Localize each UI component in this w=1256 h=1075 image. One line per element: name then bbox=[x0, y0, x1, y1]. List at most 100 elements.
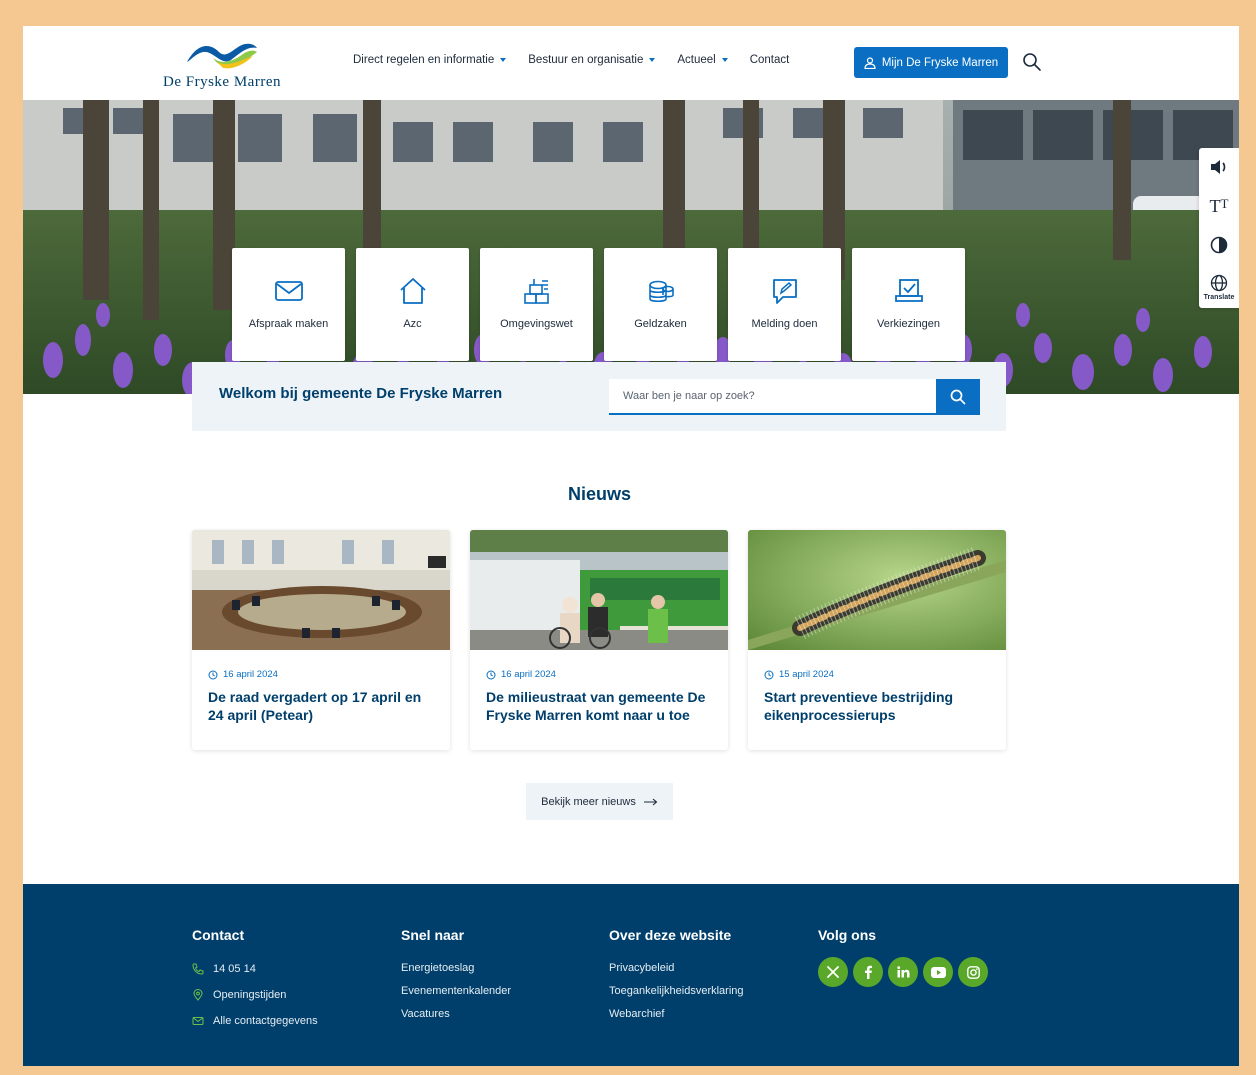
news-heading: Nieuws bbox=[567, 484, 632, 504]
footer-link-label: Openingstijden bbox=[213, 989, 287, 1001]
footer-link-evenementenkalender[interactable]: Evenementenkalender bbox=[401, 979, 511, 1002]
linkedin-icon[interactable] bbox=[888, 957, 918, 987]
news-date-text: 16 april 2024 bbox=[501, 669, 556, 680]
facebook-icon[interactable] bbox=[853, 957, 883, 987]
translate-button[interactable] bbox=[1199, 274, 1239, 292]
search-icon bbox=[950, 389, 966, 405]
tile-azc[interactable]: Azc bbox=[356, 248, 469, 361]
tile-label: Omgevingswet bbox=[500, 318, 573, 330]
contrast-icon bbox=[1210, 236, 1228, 254]
tile-label: Azc bbox=[403, 318, 422, 330]
user-icon bbox=[864, 56, 876, 69]
footer-link-webarchief[interactable]: Webarchief bbox=[609, 1002, 744, 1025]
youtube-icon[interactable] bbox=[923, 957, 953, 987]
social-links bbox=[818, 957, 988, 987]
news-card[interactable]: 16 april 2024 De milieustraat van gemeen… bbox=[470, 530, 728, 750]
hero-banner: Afspraak maken Azc Omgevingswet Geldzake… bbox=[23, 100, 1239, 394]
footer-link-privacybeleid[interactable]: Privacybeleid bbox=[609, 956, 744, 979]
quick-tiles: Afspraak maken Azc Omgevingswet Geldzake… bbox=[232, 248, 965, 361]
ballot-laptop-icon bbox=[894, 279, 923, 302]
more-news-label: Bekijk meer nieuws bbox=[541, 795, 636, 808]
news-date: 16 april 2024 bbox=[486, 669, 556, 680]
footer-volg-ons: Volg ons bbox=[818, 927, 988, 987]
translate-label: Translate bbox=[1203, 294, 1235, 301]
news-image-milieustraat bbox=[470, 530, 728, 650]
more-news-button[interactable]: Bekijk meer nieuws bbox=[526, 783, 673, 820]
footer-openingstijden-link[interactable]: Openingstijden bbox=[192, 982, 318, 1008]
tile-melding-doen[interactable]: Melding doen bbox=[728, 248, 841, 361]
tile-geldzaken[interactable]: Geldzaken bbox=[604, 248, 717, 361]
tile-label: Verkiezingen bbox=[877, 318, 940, 330]
footer-link-vacatures[interactable]: Vacatures bbox=[401, 1002, 511, 1025]
phone-icon bbox=[192, 963, 204, 975]
arrow-right-icon bbox=[643, 798, 658, 805]
x-icon[interactable] bbox=[818, 957, 848, 987]
footer-link-label: Alle contactgegevens bbox=[213, 1015, 318, 1027]
news-image-council-chamber bbox=[192, 530, 450, 650]
site-search-field[interactable] bbox=[609, 379, 937, 415]
site-header: De Fryske Marren Direct regelen en infor… bbox=[23, 26, 1239, 100]
house-icon bbox=[399, 278, 426, 304]
logo-text: De Fryske Marren bbox=[163, 74, 281, 90]
footer-link-energietoeslag[interactable]: Energietoeslag bbox=[401, 956, 511, 979]
contrast-button[interactable] bbox=[1199, 236, 1239, 254]
chat-pencil-icon bbox=[772, 279, 797, 304]
nav-direct-regelen[interactable]: Direct regelen en informatie bbox=[353, 54, 507, 66]
welcome-search-panel: Welkom bij gemeente De Fryske Marren bbox=[192, 362, 1006, 431]
nav-actueel[interactable]: Actueel bbox=[677, 54, 728, 66]
nav-bestuur[interactable]: Bestuur en organisatie bbox=[528, 54, 656, 66]
footer-snel-naar: Snel naar Energietoeslag Evenementenkale… bbox=[401, 927, 511, 1025]
speaker-icon bbox=[1211, 160, 1226, 174]
news-card[interactable]: 15 april 2024 Start preventieve bestrijd… bbox=[748, 530, 1006, 750]
chevron-down-icon bbox=[721, 58, 728, 62]
instagram-icon[interactable] bbox=[958, 957, 988, 987]
footer-heading: Over deze website bbox=[609, 927, 732, 943]
main-nav: Direct regelen en informatie Bestuur en … bbox=[353, 54, 811, 66]
clock-icon bbox=[486, 670, 496, 679]
nav-label: Contact bbox=[749, 54, 790, 66]
footer-phone-link[interactable]: 14 05 14 bbox=[192, 956, 318, 982]
tile-label: Geldzaken bbox=[634, 318, 687, 330]
coins-icon bbox=[648, 280, 674, 303]
envelope-icon bbox=[274, 281, 303, 301]
location-pin-icon bbox=[193, 989, 203, 1001]
logo-waves-icon bbox=[187, 43, 257, 69]
news-title: De raad vergadert op 17 april en 24 apri… bbox=[208, 689, 422, 723]
nav-label: Actueel bbox=[677, 54, 716, 66]
accessibility-bar: TT Translate bbox=[1199, 148, 1239, 308]
footer-contact: Contact 14 05 14 Openingstijden Alle con… bbox=[192, 927, 318, 1034]
site-logo[interactable]: De Fryske Marren bbox=[147, 36, 297, 92]
footer-heading: Snel naar bbox=[401, 927, 465, 943]
tile-label: Afspraak maken bbox=[248, 318, 329, 330]
search-icon[interactable] bbox=[1022, 52, 1042, 72]
text-size-icon[interactable]: TT bbox=[1199, 196, 1239, 217]
nav-contact[interactable]: Contact bbox=[750, 54, 790, 66]
search-submit-button[interactable] bbox=[936, 379, 980, 415]
globe-icon bbox=[1210, 274, 1228, 292]
mijn-account-label: Mijn De Fryske Marren bbox=[881, 56, 999, 69]
mijn-account-button[interactable]: Mijn De Fryske Marren bbox=[854, 47, 1008, 78]
site-footer: Contact 14 05 14 Openingstijden Alle con… bbox=[23, 884, 1239, 1066]
clock-icon bbox=[764, 670, 774, 679]
footer-contactgegevens-link[interactable]: Alle contactgegevens bbox=[192, 1008, 318, 1034]
news-title: De milieustraat van gemeente De Fryske M… bbox=[486, 689, 706, 723]
chevron-down-icon bbox=[500, 58, 507, 62]
nav-label: Bestuur en organisatie bbox=[528, 54, 644, 66]
footer-heading: Volg ons bbox=[818, 927, 877, 943]
news-title: Start preventieve bestrijding eikenproce… bbox=[764, 689, 954, 723]
tile-omgevingswet[interactable]: Omgevingswet bbox=[480, 248, 593, 361]
footer-link-toegankelijkheid[interactable]: Toegankelijkheidsverklaring bbox=[609, 979, 744, 1002]
search-input[interactable] bbox=[609, 379, 937, 413]
footer-heading: Contact bbox=[192, 927, 245, 943]
news-date-text: 16 april 2024 bbox=[223, 669, 278, 680]
chevron-down-icon bbox=[649, 58, 656, 62]
footer-link-label: 14 05 14 bbox=[213, 963, 256, 975]
envelope-icon bbox=[192, 1017, 204, 1025]
nav-label: Direct regelen en informatie bbox=[353, 54, 495, 66]
news-image-caterpillar bbox=[748, 530, 1006, 650]
read-aloud-button[interactable] bbox=[1199, 158, 1239, 176]
news-card[interactable]: 16 april 2024 De raad vergadert op 17 ap… bbox=[192, 530, 450, 750]
tile-afspraak-maken[interactable]: Afspraak maken bbox=[232, 248, 345, 361]
tile-verkiezingen[interactable]: Verkiezingen bbox=[852, 248, 965, 361]
blocks-icon bbox=[523, 279, 549, 304]
